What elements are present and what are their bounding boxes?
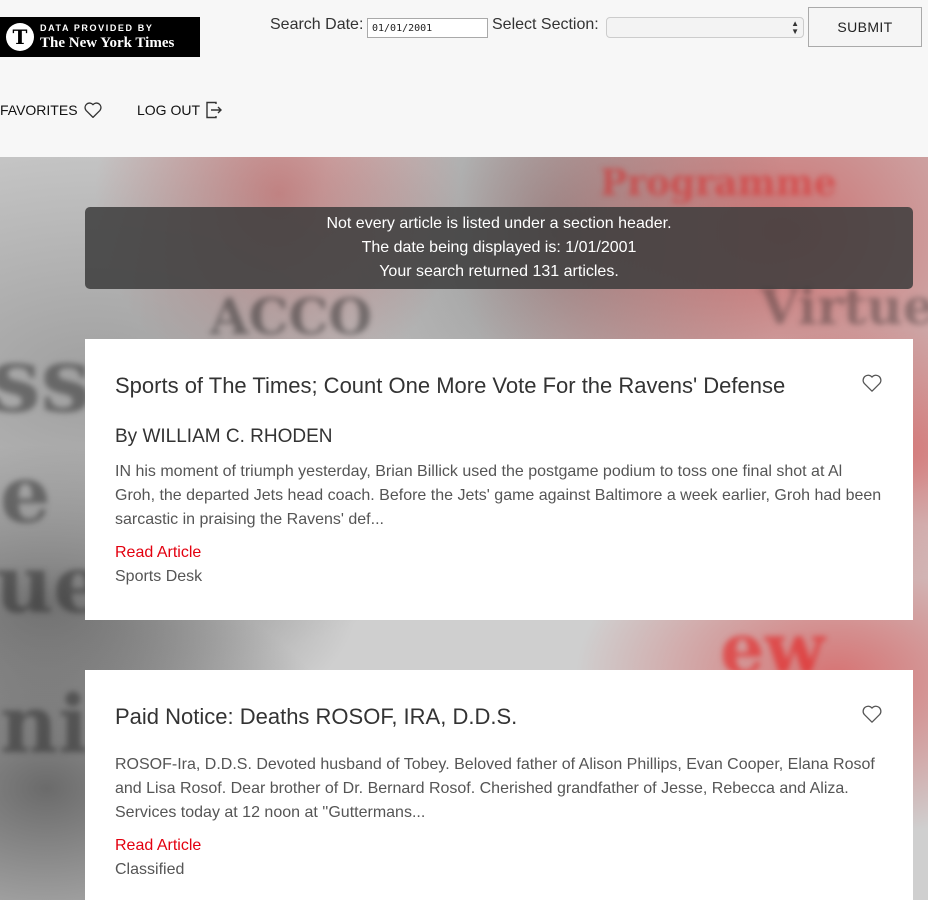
search-date-label: Search Date: [270,16,364,33]
article-section: Sports Desk [115,568,203,585]
info-line-2: The date being displayed is: 1/01/2001 [361,239,637,256]
article-card: Sports of The Times; Count One More Vote… [85,339,913,620]
logo-line1: DATA PROVIDED BY [40,22,154,33]
favorite-heart-icon[interactable] [861,704,883,724]
logout-icon [206,101,223,119]
info-line-3: Your search returned 131 articles. [379,263,619,280]
logo-line2: The New York Times [40,34,175,51]
article-abstract: ROSOF-Ira, D.D.S. Devoted husband of Tob… [115,756,875,821]
heart-icon [83,102,102,119]
read-article-link[interactable]: Read Article [115,837,201,855]
favorites-link[interactable]: FAVORITES [0,101,103,119]
info-line-1: Not every article is listed under a sect… [326,215,672,232]
section-select[interactable]: ▲ ▼ [606,17,804,38]
article-title: Sports of The Times; Count One More Vote… [115,373,786,398]
nyt-logo: T DATA PROVIDED BY The New York Times [0,17,200,57]
submit-button[interactable]: SUBMIT [808,7,922,47]
favorite-heart-icon[interactable] [861,373,883,393]
select-arrows-icon: ▲ ▼ [791,19,799,36]
logout-link[interactable]: LOG OUT [137,101,223,119]
article-byline: By WILLIAM C. RHODEN [115,426,333,447]
read-article-link[interactable]: Read Article [115,544,201,562]
nyt-t-icon: T [6,23,34,51]
article-abstract: IN his moment of triumph yesterday, Bria… [115,463,882,528]
header: T DATA PROVIDED BY The New York Times Se… [0,0,928,157]
search-info-banner: Not every article is listed under a sect… [85,207,913,289]
article-title: Paid Notice: Deaths ROSOF, IRA, D.D.S. [115,704,518,729]
article-section: Classified [115,861,185,878]
logout-label: LOG OUT [137,102,201,118]
favorites-label: FAVORITES [0,102,78,118]
select-section-label: Select Section: [492,16,599,33]
article-card: Paid Notice: Deaths ROSOF, IRA, D.D.S. R… [85,670,913,900]
search-date-input[interactable] [367,18,488,38]
